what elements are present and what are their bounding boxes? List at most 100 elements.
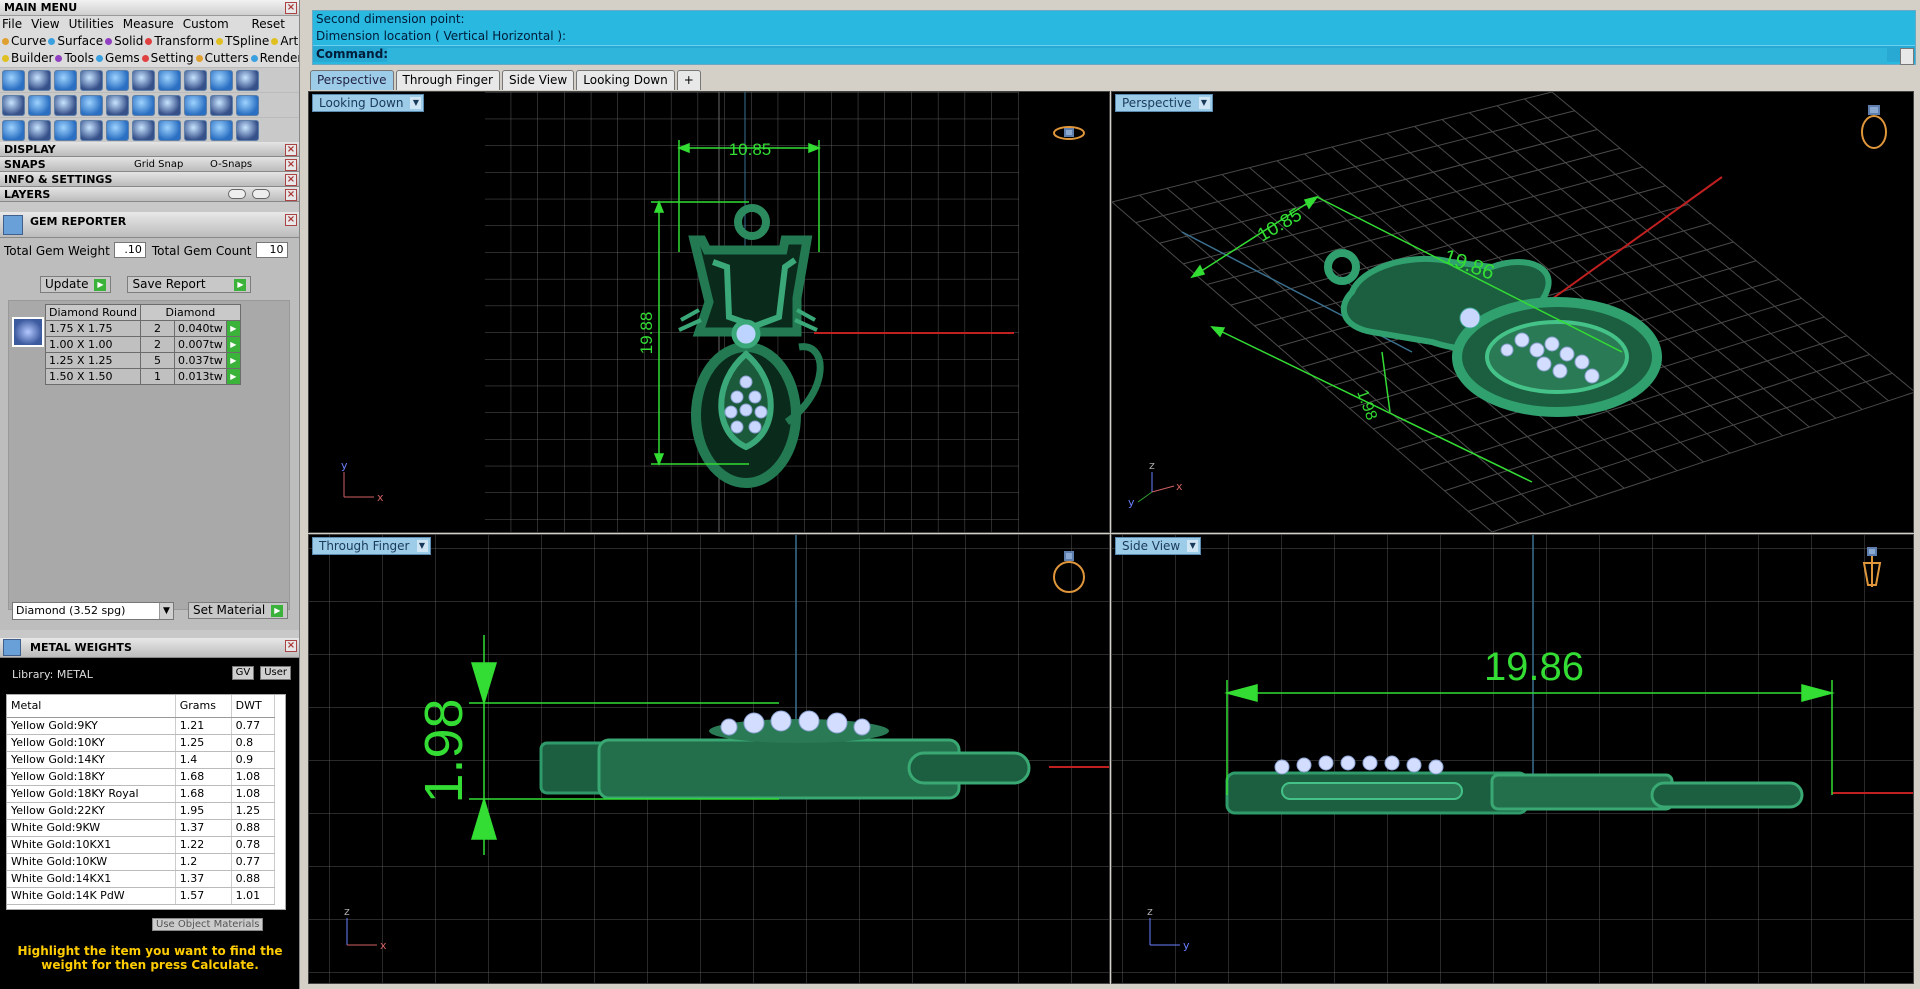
- metal-row[interactable]: White Gold:9KW 1.37 0.88: [7, 819, 276, 837]
- close-icon[interactable]: ×: [285, 174, 297, 186]
- tool-icon[interactable]: [28, 119, 51, 141]
- category-tools[interactable]: Tools: [55, 50, 94, 67]
- set-material-button[interactable]: Set Material ▶: [188, 602, 289, 619]
- play-icon[interactable]: ▶: [225, 368, 241, 385]
- display-section[interactable]: DISPLAY ×: [0, 142, 299, 157]
- metal-row[interactable]: Yellow Gold:18KY 1.68 1.08: [7, 768, 276, 786]
- category-setting[interactable]: Setting: [141, 50, 194, 67]
- menu-view[interactable]: View: [31, 16, 59, 33]
- reset-button[interactable]: Reset: [251, 16, 285, 33]
- tool-icon[interactable]: [132, 94, 155, 116]
- tool-icon[interactable]: [106, 94, 129, 116]
- metal-row[interactable]: White Gold:14K PdW 1.57 1.01: [7, 887, 276, 905]
- chevron-down-icon[interactable]: ▼: [1187, 540, 1199, 552]
- grid-snap-toggle[interactable]: Grid Snap: [134, 157, 183, 172]
- tab-through-finger[interactable]: Through Finger: [395, 70, 500, 90]
- chevron-down-icon[interactable]: ▼: [1198, 97, 1210, 109]
- command-scrollbar[interactable]: [1900, 48, 1914, 65]
- tool-icon[interactable]: [158, 94, 181, 116]
- metal-row[interactable]: Yellow Gold:10KY 1.25 0.8: [7, 734, 276, 752]
- tool-icon[interactable]: [80, 94, 103, 116]
- material-select[interactable]: Diamond (3.52 spg) ▼: [12, 602, 174, 620]
- viewport-label-looking-down[interactable]: Looking Down ▼: [312, 94, 425, 112]
- tool-icon[interactable]: [236, 119, 259, 141]
- gem-row[interactable]: 1.00 X 1.00 2 0.007tw ▶: [45, 336, 241, 353]
- metal-row[interactable]: White Gold:10KW 1.2 0.77: [7, 853, 276, 871]
- tab-perspective[interactable]: Perspective: [310, 70, 394, 90]
- tool-icon[interactable]: [236, 69, 259, 91]
- tab-looking-down[interactable]: Looking Down: [576, 70, 675, 90]
- info-settings-section[interactable]: INFO & SETTINGS ×: [0, 172, 299, 187]
- tool-icon[interactable]: [28, 94, 51, 116]
- category-curve[interactable]: Curve: [2, 33, 46, 50]
- tab-side-view[interactable]: Side View: [502, 70, 575, 90]
- use-object-materials-toggle[interactable]: Use Object Materials: [152, 918, 264, 931]
- tool-icon[interactable]: [2, 94, 25, 116]
- tool-icon[interactable]: [184, 94, 207, 116]
- tool-icon[interactable]: [106, 69, 129, 91]
- viewport-label-through-finger[interactable]: Through Finger ▼: [312, 537, 431, 555]
- category-solid[interactable]: Solid: [105, 33, 143, 50]
- tool-icon[interactable]: [236, 94, 259, 116]
- category-tspline[interactable]: TSpline: [216, 33, 269, 50]
- ring-view-icon[interactable]: [1053, 126, 1085, 140]
- metal-row[interactable]: White Gold:14KX1 1.37 0.88: [7, 870, 276, 888]
- metal-row[interactable]: Yellow Gold:9KY 1.21 0.77: [7, 717, 276, 735]
- add-tab-button[interactable]: +: [676, 70, 701, 90]
- tool-icon[interactable]: [210, 94, 233, 116]
- gem-row[interactable]: 1.50 X 1.50 1 0.013tw ▶: [45, 368, 241, 385]
- category-surface[interactable]: Surface: [48, 33, 103, 50]
- eye-icon[interactable]: [228, 189, 246, 199]
- viewport-perspective[interactable]: 10.85 19.86 1.98 z x y Perspective ▼: [1111, 91, 1914, 533]
- play-icon[interactable]: ▶: [225, 336, 241, 353]
- tool-icon[interactable]: [132, 119, 155, 141]
- tool-icon[interactable]: [184, 69, 207, 91]
- snaps-section[interactable]: SNAPS Grid Snap O-Snaps ×: [0, 157, 299, 172]
- tool-icon[interactable]: [2, 69, 25, 91]
- metal-row[interactable]: White Gold:10KX1 1.22 0.78: [7, 836, 276, 854]
- tool-icon[interactable]: [54, 119, 77, 141]
- viewport-through-finger[interactable]: 1.98 z x Through Finger ▼: [308, 534, 1110, 984]
- tool-icon[interactable]: [210, 69, 233, 91]
- tool-icon[interactable]: [54, 94, 77, 116]
- category-gems[interactable]: Gems: [96, 50, 140, 67]
- metal-row[interactable]: Yellow Gold:22KY 1.95 1.25: [7, 802, 276, 820]
- viewport-looking-down[interactable]: 10.85 19.88 y x Looking Down ▼: [308, 91, 1110, 533]
- menu-file[interactable]: File: [2, 16, 22, 33]
- gem-row[interactable]: 1.25 X 1.25 5 0.037tw ▶: [45, 352, 241, 369]
- close-icon[interactable]: ×: [285, 640, 297, 652]
- tool-icon[interactable]: [210, 119, 233, 141]
- tool-icon[interactable]: [28, 69, 51, 91]
- save-report-button[interactable]: Save Report ▶: [127, 276, 252, 293]
- chevron-down-icon[interactable]: ▼: [416, 540, 428, 552]
- tool-icon[interactable]: [80, 69, 103, 91]
- close-icon[interactable]: ×: [285, 144, 297, 156]
- category-render[interactable]: Render: [250, 50, 299, 67]
- tool-icon[interactable]: [158, 119, 181, 141]
- menu-measure[interactable]: Measure: [123, 16, 174, 33]
- close-icon[interactable]: ×: [285, 214, 297, 226]
- category-builder[interactable]: Builder: [2, 50, 53, 67]
- viewport-label-side-view[interactable]: Side View ▼: [1115, 537, 1202, 555]
- gv-toggle[interactable]: GV: [231, 666, 255, 680]
- user-toggle[interactable]: User: [260, 666, 291, 680]
- metal-row[interactable]: Yellow Gold:14KY 1.4 0.9: [7, 751, 276, 769]
- command-input[interactable]: [387, 48, 1887, 64]
- category-art[interactable]: Art: [271, 33, 298, 50]
- close-icon[interactable]: ×: [285, 2, 297, 14]
- eye-icon[interactable]: [252, 189, 270, 199]
- viewport-side-view[interactable]: 19.86 z y Side View ▼: [1111, 534, 1914, 984]
- layers-section[interactable]: LAYERS ×: [0, 187, 299, 202]
- ring-view-icon[interactable]: [1861, 105, 1887, 149]
- category-cutters[interactable]: Cutters: [195, 50, 249, 67]
- chevron-down-icon[interactable]: ▼: [159, 603, 173, 619]
- metal-row[interactable]: Yellow Gold:18KY Royal 1.68 1.08: [7, 785, 276, 803]
- update-button[interactable]: Update ▶: [40, 276, 112, 293]
- menu-utilities[interactable]: Utilities: [69, 16, 114, 33]
- tool-icon[interactable]: [54, 69, 77, 91]
- close-icon[interactable]: ×: [285, 159, 297, 171]
- viewport-label-perspective[interactable]: Perspective ▼: [1115, 94, 1213, 112]
- tool-icon[interactable]: [184, 119, 207, 141]
- menu-custom[interactable]: Custom: [183, 16, 229, 33]
- tool-icon[interactable]: [158, 69, 181, 91]
